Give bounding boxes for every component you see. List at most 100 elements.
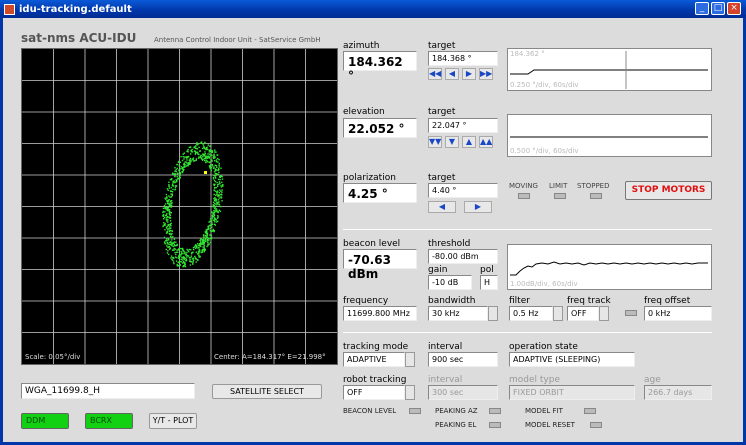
azimuth-target-label: target <box>428 41 456 51</box>
plot-point <box>197 258 199 261</box>
az-fast-right-button[interactable]: ▶▶ <box>479 68 493 80</box>
az-right-button[interactable]: ▶ <box>462 68 476 80</box>
moving-led <box>518 193 530 199</box>
plot-point <box>214 176 217 179</box>
tracking-mode-select[interactable]: ADAPTIVE <box>343 352 405 367</box>
plot-point <box>213 174 215 177</box>
plot-point <box>185 156 187 158</box>
plot-point <box>165 218 167 221</box>
plot-point <box>162 207 165 209</box>
plot-point <box>213 229 215 232</box>
plot-point <box>170 193 172 195</box>
plot-point <box>176 176 178 178</box>
plot-point <box>186 164 188 166</box>
plot-point <box>169 228 171 230</box>
plot-point <box>178 257 180 260</box>
bandwidth-dropdown-button[interactable] <box>488 306 498 321</box>
plot-point <box>202 145 205 147</box>
plot-point <box>205 240 207 242</box>
plot-point <box>214 202 216 205</box>
plot-point <box>172 236 174 238</box>
freq-track-select[interactable]: OFF <box>567 306 599 321</box>
freq-offset-input[interactable]: 0 kHz <box>644 306 712 321</box>
plot-point <box>210 237 213 240</box>
elevation-target-input[interactable]: 22.047 ° <box>428 118 498 133</box>
plot-point <box>168 181 170 183</box>
plot-point <box>217 157 219 160</box>
plot-point <box>169 190 172 192</box>
stop-motors-button[interactable]: STOP MOTORS <box>625 181 712 200</box>
yt-plot-button[interactable]: Y/T - PLOT <box>149 413 197 429</box>
bandwidth-select[interactable]: 30 kHz <box>428 306 488 321</box>
plot-point <box>212 204 214 206</box>
plot-point <box>214 208 216 210</box>
plot-point <box>215 203 217 205</box>
plot-point <box>210 150 212 152</box>
close-button[interactable]: × <box>727 2 741 15</box>
plot-point <box>169 243 171 246</box>
plot-point <box>185 259 188 262</box>
plot-point <box>180 167 182 170</box>
plot-point <box>195 147 198 150</box>
window-title: idu-tracking.default <box>19 3 132 15</box>
az-fast-left-button[interactable]: ◀◀ <box>428 68 442 80</box>
interval2-input[interactable]: 300 sec <box>428 385 498 400</box>
plot-point <box>190 153 192 155</box>
az-left-button[interactable]: ◀ <box>445 68 459 80</box>
threshold-input[interactable]: -80.00 dBm <box>428 249 498 264</box>
plot-point <box>172 172 174 174</box>
robot-tracking-dropdown-button[interactable] <box>405 385 415 400</box>
el-fast-up-button[interactable]: ▲▲ <box>479 136 493 148</box>
pol-left-button[interactable]: ◀ <box>428 201 456 213</box>
plot-point <box>213 153 215 155</box>
filter-select[interactable]: 0.5 Hz <box>509 306 553 321</box>
polarization-target-input[interactable]: 4.40 ° <box>428 183 498 198</box>
plot-point <box>216 154 218 156</box>
freq-track-dropdown-button[interactable] <box>599 306 609 321</box>
plot-point <box>169 213 171 216</box>
plot-point <box>217 184 219 186</box>
plot-point <box>188 250 190 253</box>
pol-right-button[interactable]: ▶ <box>464 201 492 213</box>
app-title: sat-nms ACU-IDU <box>21 31 137 45</box>
el-down-button[interactable]: ▼ <box>445 136 459 148</box>
plot-point <box>174 175 176 178</box>
maximize-button[interactable]: □ <box>711 2 725 15</box>
interval-input[interactable]: 900 sec <box>428 352 498 367</box>
plot-point <box>209 167 211 169</box>
el-up-button[interactable]: ▲ <box>462 136 476 148</box>
minimize-button[interactable]: _ <box>695 2 709 15</box>
plot-point <box>183 152 185 154</box>
plot-point <box>167 199 169 202</box>
plot-point <box>166 245 168 247</box>
plot-point <box>176 249 178 251</box>
plot-point <box>181 256 183 258</box>
azimuth-target-input[interactable]: 184.368 ° <box>428 51 498 66</box>
frequency-input[interactable]: 11699.800 MHz <box>343 306 417 321</box>
plot-point <box>203 242 205 244</box>
satellite-name-input[interactable]: WGA_11699.8_H <box>21 383 195 399</box>
plot-point <box>216 185 219 188</box>
plot-point <box>171 194 173 197</box>
plot-point <box>167 189 169 191</box>
bcrx-button[interactable]: BCRX <box>85 413 133 429</box>
elevation-value: 22.052 ° <box>343 118 417 138</box>
ddm-button[interactable]: DDM <box>21 413 69 429</box>
tracking-mode-dropdown-button[interactable] <box>405 352 415 367</box>
plot-point <box>165 193 168 196</box>
plot-point <box>211 160 213 162</box>
plot-point <box>208 225 210 227</box>
plot-point <box>170 206 172 208</box>
plot-point <box>216 193 218 196</box>
plot-point <box>215 219 217 221</box>
plot-point <box>205 239 207 241</box>
plot-point <box>166 202 169 205</box>
plot-point <box>174 173 177 175</box>
plot-point <box>204 156 206 158</box>
robot-tracking-select[interactable]: OFF <box>343 385 405 400</box>
satellite-select-button[interactable]: SATELLITE SELECT <box>212 384 322 399</box>
el-fast-down-button[interactable]: ▼▼ <box>428 136 442 148</box>
pol-input[interactable]: H <box>480 275 498 290</box>
gain-input[interactable]: -10 dB <box>428 275 472 290</box>
filter-dropdown-button[interactable] <box>553 306 563 321</box>
